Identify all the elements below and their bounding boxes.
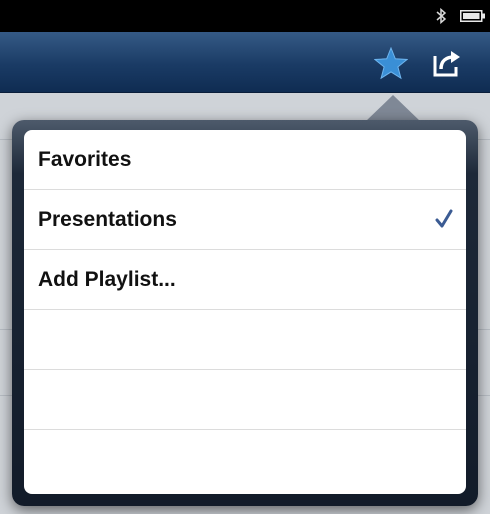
bluetooth-icon [436,7,447,25]
add-playlist-button[interactable]: Add Playlist... [24,250,466,310]
status-bar [0,0,490,32]
navigation-bar [0,32,490,93]
star-icon [374,46,408,79]
playlist-item-label: Favorites [38,147,132,171]
playlist-list: Favorites Presentations Add Playlist... [24,130,466,494]
playlist-item-label: Add Playlist... [38,267,176,291]
favorites-star-button[interactable] [370,42,412,84]
playlist-item-presentations[interactable]: Presentations [24,190,466,250]
empty-list-row [24,370,466,430]
share-icon [433,51,460,77]
empty-list-row [24,310,466,370]
checkmark-icon [435,209,453,228]
share-button[interactable] [426,42,468,84]
empty-list-row [24,430,466,490]
battery-icon [460,10,485,22]
playlist-item-label: Presentations [38,207,177,231]
popover-arrow [365,95,421,122]
playlist-item-favorites[interactable]: Favorites [24,130,466,190]
